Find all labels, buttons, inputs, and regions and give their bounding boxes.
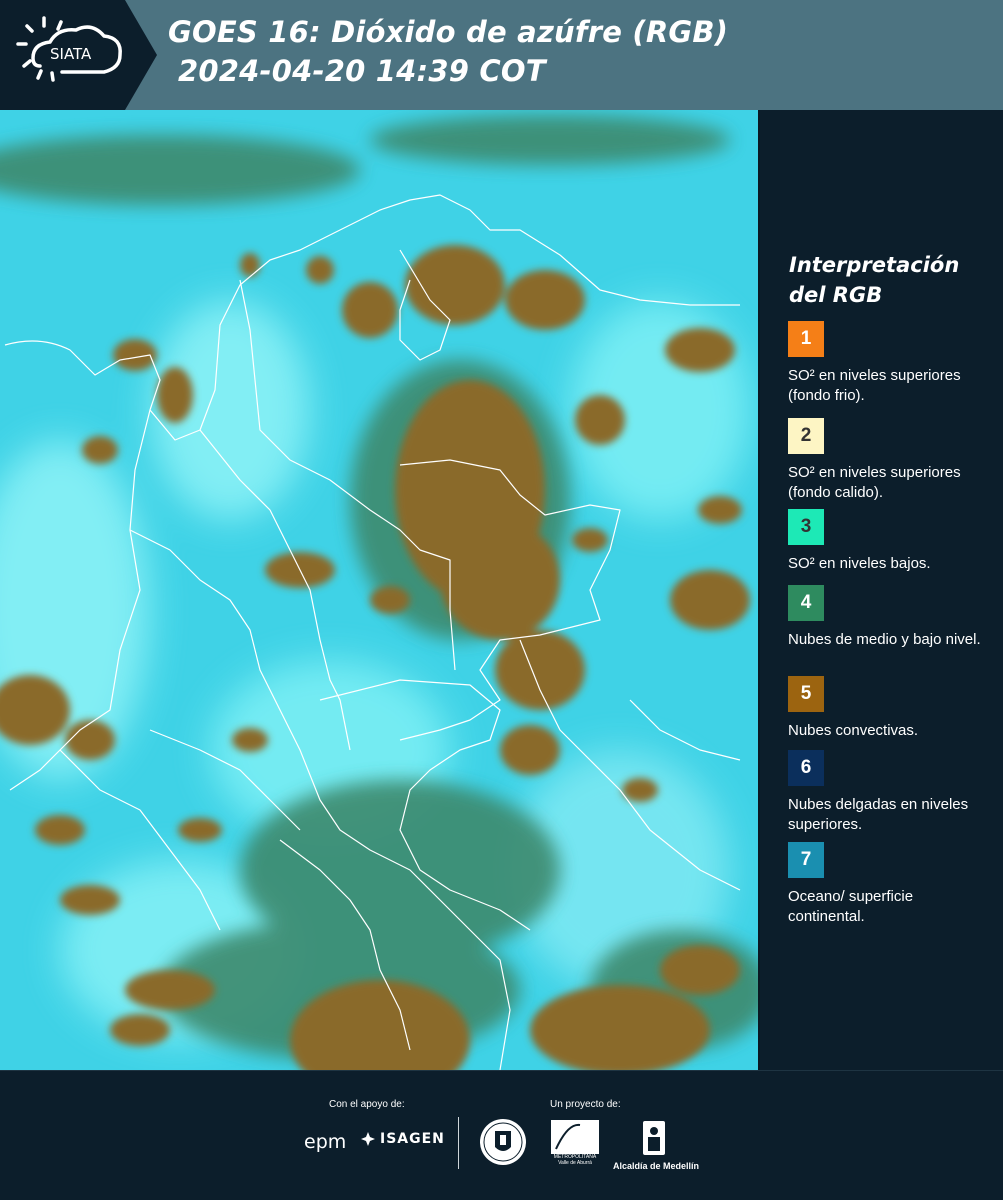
page-title: GOES 16: Dióxido de azúfre (RGB) — [168, 15, 729, 49]
legend-swatch-2: 2 — [788, 418, 824, 454]
legend-label-2: SO² en niveles superiores (fondo calido)… — [788, 464, 961, 501]
isagen-icon — [361, 1132, 375, 1146]
legend-num-3: 3 — [800, 516, 812, 537]
legend-num-7: 7 — [800, 849, 812, 870]
satellite-map — [0, 110, 760, 1070]
legend-num-6: 6 — [800, 757, 812, 778]
legend-title-line2: del RGB — [789, 283, 883, 307]
legend-swatch-6: 6 — [788, 750, 824, 786]
legend-swatch-3: 3 — [788, 509, 824, 545]
project-label: Un proyecto de: — [550, 1099, 621, 1110]
area-metropolitana-logo: METROPOLITANA Valle de Aburrá — [550, 1119, 600, 1169]
legend-item-6: 6 Nubes delgadas en niveles superiores. — [788, 750, 993, 835]
isagen-logo: ISAGEN — [360, 1131, 445, 1147]
legend-item-5: 5 Nubes convectivas. — [788, 676, 993, 741]
siata-logo: SIATA — [0, 0, 157, 110]
legend-label-5: Nubes convectivas. — [788, 722, 919, 739]
footer: Con el apoyo de: Un proyecto de: epm ISA… — [0, 1070, 1003, 1200]
legend-item-4: 4 Nubes de medio y bajo nivel. — [788, 585, 993, 650]
legend-num-4: 4 — [800, 592, 812, 613]
area-metropolitana-text: METROPOLITANA Valle de Aburrá — [553, 1154, 597, 1166]
isagen-text: ISAGEN — [380, 1131, 445, 1147]
timestamp-title: 2024-04-20 14:39 COT — [178, 54, 546, 88]
legend-label-1: SO² en niveles superiores (fondo frio). — [788, 367, 961, 404]
alcaldia-text: Alcaldía de Medellín — [613, 1161, 700, 1171]
logo-text: SIATA — [50, 45, 92, 63]
legend-label-4: Nubes de medio y bajo nivel. — [788, 631, 981, 648]
legend-swatch-1: 1 — [788, 321, 824, 357]
legend-swatch-4: 4 — [788, 585, 824, 621]
legend-item-1: 1 SO² en niveles superiores (fondo frio)… — [788, 321, 993, 406]
legend-item-2: 2 SO² en niveles superiores (fondo calid… — [788, 418, 993, 503]
legend-title-line1: Interpretación — [789, 253, 960, 277]
legend-label-3: SO² en niveles bajos. — [788, 555, 931, 572]
legend-swatch-5: 5 — [788, 676, 824, 712]
legend-item-3: 3 SO² en niveles bajos. — [788, 509, 993, 574]
legend-num-1: 1 — [800, 328, 812, 349]
alcaldia-logo: Alcaldía de Medellín — [613, 1119, 703, 1171]
university-seal-logo — [478, 1117, 528, 1172]
legend-label-7: Oceano/ superficie continental. — [788, 888, 914, 925]
epm-logo: epm — [304, 1131, 347, 1153]
header-bar: SIATA GOES 16: Dióxido de azúfre (RGB) 2… — [0, 0, 1003, 110]
legend-swatch-7: 7 — [788, 842, 824, 878]
legend-label-6: Nubes delgadas en niveles superiores. — [788, 796, 969, 833]
legend-title: Interpretación del RGB — [789, 250, 989, 310]
legend-panel: Interpretación del RGB 1 SO² en niveles … — [762, 110, 1003, 1070]
legend-num-5: 5 — [800, 683, 812, 704]
legend-num-2: 2 — [800, 425, 812, 446]
legend-item-7: 7 Oceano/ superficie continental. — [788, 842, 993, 927]
support-label: Con el apoyo de: — [329, 1099, 405, 1110]
footer-divider — [458, 1117, 459, 1169]
